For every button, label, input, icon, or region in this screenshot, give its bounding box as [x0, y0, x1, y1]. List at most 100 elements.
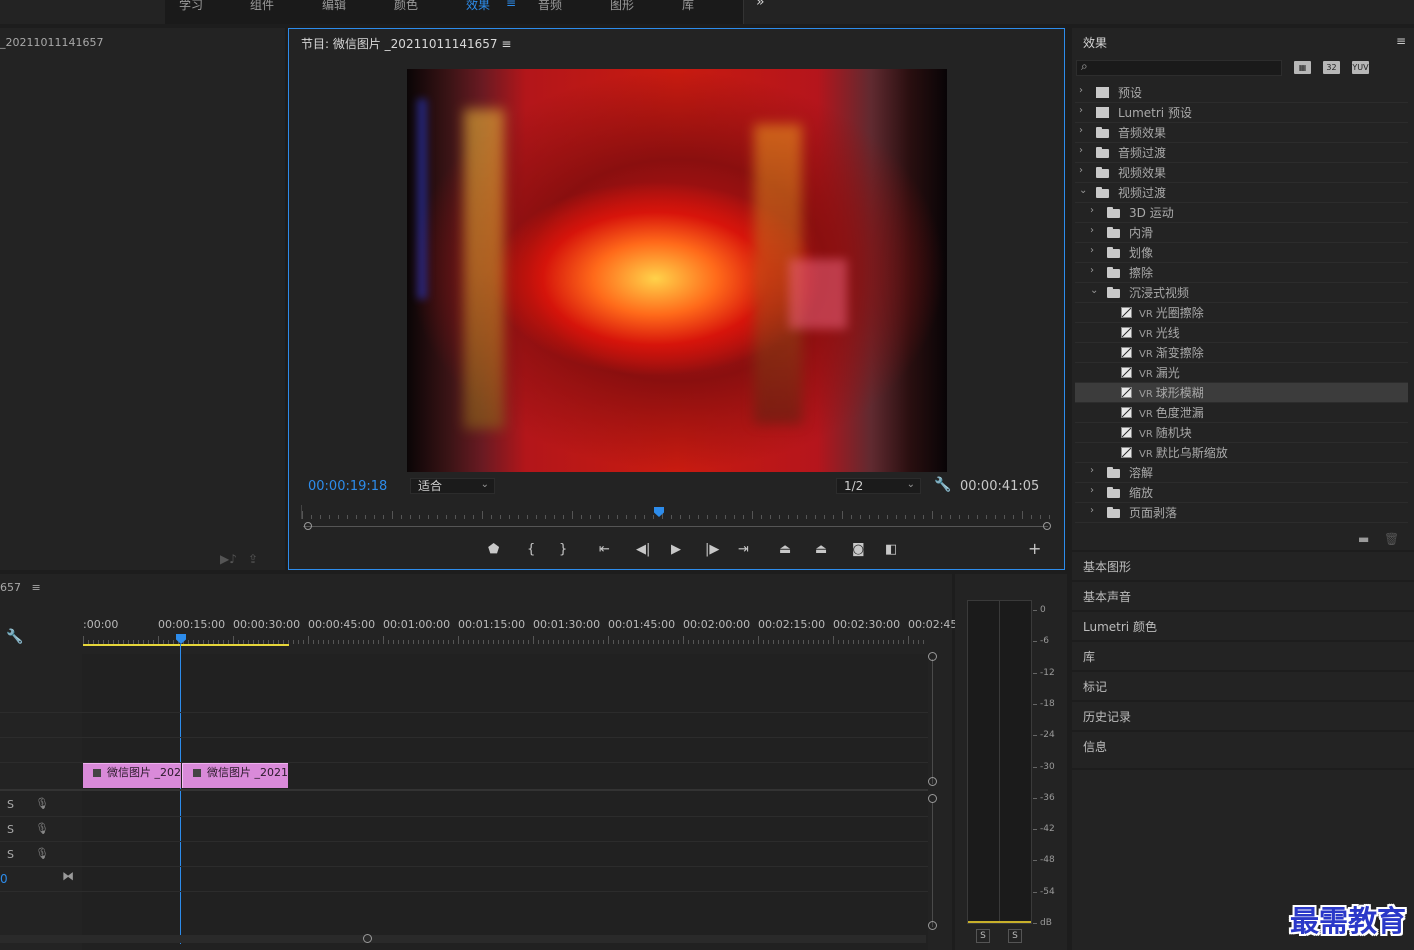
effects-tree-item[interactable]: › 溶解: [1075, 463, 1408, 483]
wrench-icon[interactable]: 🔧: [6, 629, 23, 645]
timeline-title[interactable]: 657 ≡: [0, 581, 41, 594]
microphone-icon[interactable]: 🎙: [35, 822, 49, 835]
audio-scrollbar[interactable]: [932, 802, 933, 927]
effects-tree-item[interactable]: › 页面剥落: [1075, 503, 1408, 523]
effects-tree-item[interactable]: › Lumetri 预设: [1075, 103, 1408, 123]
export-icon[interactable]: ⇪: [248, 552, 258, 566]
workspace-overflow-icon[interactable]: »: [756, 0, 765, 10]
chevron-right-icon[interactable]: ›: [1090, 505, 1094, 516]
chevron-right-icon[interactable]: ›: [1079, 145, 1083, 156]
chevron-right-icon[interactable]: ›: [1079, 105, 1083, 116]
effects-tree-item[interactable]: ⌄ 视频过渡: [1075, 183, 1408, 203]
add-marker-icon[interactable]: ⬟: [488, 542, 499, 557]
solo-button[interactable]: S: [7, 848, 14, 861]
effects-title[interactable]: 效果: [1083, 34, 1107, 51]
work-area-bar[interactable]: [83, 644, 289, 646]
chevron-right-icon[interactable]: ›: [1079, 165, 1083, 176]
delete-icon[interactable]: 🗑: [1384, 532, 1399, 546]
effects-tree-item[interactable]: VR 球形模糊: [1075, 383, 1408, 403]
chevron-right-icon[interactable]: ›: [1090, 205, 1094, 216]
tab-effects[interactable]: 效果: [466, 0, 490, 13]
effects-tree-item[interactable]: › 音频过渡: [1075, 143, 1408, 163]
tab-graphics[interactable]: 图形: [610, 0, 634, 13]
insert-icon[interactable]: ▶♪: [220, 552, 237, 566]
clip[interactable]: 微信图片 _202: [83, 763, 181, 788]
program-title[interactable]: 节目: 微信图片 _20211011141657 ≡: [301, 35, 511, 52]
panel-essential-sound[interactable]: 基本声音: [1072, 582, 1414, 612]
go-to-in-icon[interactable]: ⇤: [599, 542, 610, 557]
panel-lumetri-color[interactable]: Lumetri 颜色: [1072, 612, 1414, 642]
timeline-ruler[interactable]: [83, 634, 928, 644]
scroll-handle[interactable]: [928, 921, 937, 930]
mark-out-icon[interactable]: }: [559, 542, 567, 557]
resolution-dropdown[interactable]: 1/2 ⌄: [836, 478, 921, 494]
effects-menu-icon[interactable]: ≡: [1396, 34, 1406, 48]
lift-icon[interactable]: ⏏: [779, 542, 791, 557]
panel-essential-graphics[interactable]: 基本图形: [1072, 552, 1414, 582]
track-area[interactable]: [82, 654, 928, 950]
camera-icon[interactable]: ◙: [852, 542, 865, 557]
effects-tree-item[interactable]: VR 默比乌斯缩放: [1075, 443, 1408, 463]
effects-tree-item[interactable]: › 缩放: [1075, 483, 1408, 503]
tab-libraries[interactable]: 库: [682, 0, 694, 13]
meter-solo-left[interactable]: S: [976, 929, 990, 943]
effects-tree-item[interactable]: VR 渐变擦除: [1075, 343, 1408, 363]
scroll-handle[interactable]: [928, 652, 937, 661]
chevron-right-icon[interactable]: ›: [1090, 245, 1094, 256]
chevron-right-icon[interactable]: ›: [1090, 225, 1094, 236]
solo-button[interactable]: S: [7, 798, 14, 811]
panel-info[interactable]: 信息: [1072, 732, 1414, 770]
tab-color[interactable]: 颜色: [394, 0, 418, 13]
effects-tree-item[interactable]: › 划像: [1075, 243, 1408, 263]
wrench-icon[interactable]: 🔧: [934, 477, 951, 493]
effects-tree-item[interactable]: VR 色度泄漏: [1075, 403, 1408, 423]
effects-tree-item[interactable]: › 预设: [1075, 83, 1408, 103]
scroll-handle[interactable]: [928, 794, 937, 803]
step-forward-icon[interactable]: |▶: [705, 542, 719, 557]
solo-button[interactable]: S: [7, 823, 14, 836]
chevron-right-icon[interactable]: ›: [1090, 465, 1094, 476]
effects-tree-item[interactable]: VR 光线: [1075, 323, 1408, 343]
new-bin-icon[interactable]: ▬: [1358, 532, 1369, 546]
effects-tree-item[interactable]: VR 光圈擦除: [1075, 303, 1408, 323]
tab-audio[interactable]: 音频: [538, 0, 562, 13]
panel-markers[interactable]: 标记: [1072, 672, 1414, 702]
scroll-handle[interactable]: [928, 777, 937, 786]
zoom-scrollbar[interactable]: [303, 526, 1048, 527]
panel-history[interactable]: 历史记录: [1072, 702, 1414, 732]
add-button-icon[interactable]: +: [1028, 539, 1041, 558]
zoom-handle-right[interactable]: [1043, 522, 1051, 530]
current-timecode[interactable]: 00:00:19:18: [308, 479, 387, 494]
tab-editing[interactable]: 编辑: [322, 0, 346, 13]
microphone-icon[interactable]: 🎙: [35, 847, 49, 860]
program-menu-icon[interactable]: ≡: [501, 37, 511, 51]
comparison-view-icon[interactable]: ◧: [885, 542, 897, 557]
video-scrollbar[interactable]: [932, 659, 933, 784]
play-icon[interactable]: ▶: [671, 542, 681, 557]
mark-in-icon[interactable]: {: [527, 542, 535, 557]
effects-tree-item[interactable]: VR 漏光: [1075, 363, 1408, 383]
go-to-out-icon[interactable]: ⇥: [738, 542, 749, 557]
scroll-handle[interactable]: [363, 934, 372, 943]
timeline-menu-icon[interactable]: ≡: [32, 581, 41, 594]
accelerated-effects-icon[interactable]: ▦: [1294, 61, 1311, 74]
yuv-effects-icon[interactable]: YUV: [1352, 61, 1369, 74]
program-time-ruler[interactable]: [301, 505, 1054, 519]
chevron-right-icon[interactable]: ›: [1079, 125, 1083, 136]
panel-libraries[interactable]: 库: [1072, 642, 1414, 672]
effects-tree-item[interactable]: ⌄ 沉浸式视频: [1075, 283, 1408, 303]
effects-tree-item[interactable]: VR 随机块: [1075, 423, 1408, 443]
meter-solo-right[interactable]: S: [1008, 929, 1022, 943]
effects-tree-item[interactable]: › 音频效果: [1075, 123, 1408, 143]
effects-search-input[interactable]: ⌕: [1076, 59, 1282, 76]
bowtie-icon[interactable]: ⧓: [62, 869, 74, 883]
clip[interactable]: 微信图片 _2021: [182, 763, 288, 788]
fit-dropdown[interactable]: 适合 ⌄: [410, 478, 495, 494]
tab-assembly[interactable]: 组件: [250, 0, 274, 13]
tab-effects-menu-icon[interactable]: ≡: [506, 0, 516, 10]
32bit-effects-icon[interactable]: 32: [1323, 61, 1340, 74]
effects-tree-item[interactable]: › 视频效果: [1075, 163, 1408, 183]
effects-tree-item[interactable]: › 内滑: [1075, 223, 1408, 243]
chevron-right-icon[interactable]: ›: [1090, 265, 1094, 276]
extract-icon[interactable]: ⏏: [815, 542, 827, 557]
